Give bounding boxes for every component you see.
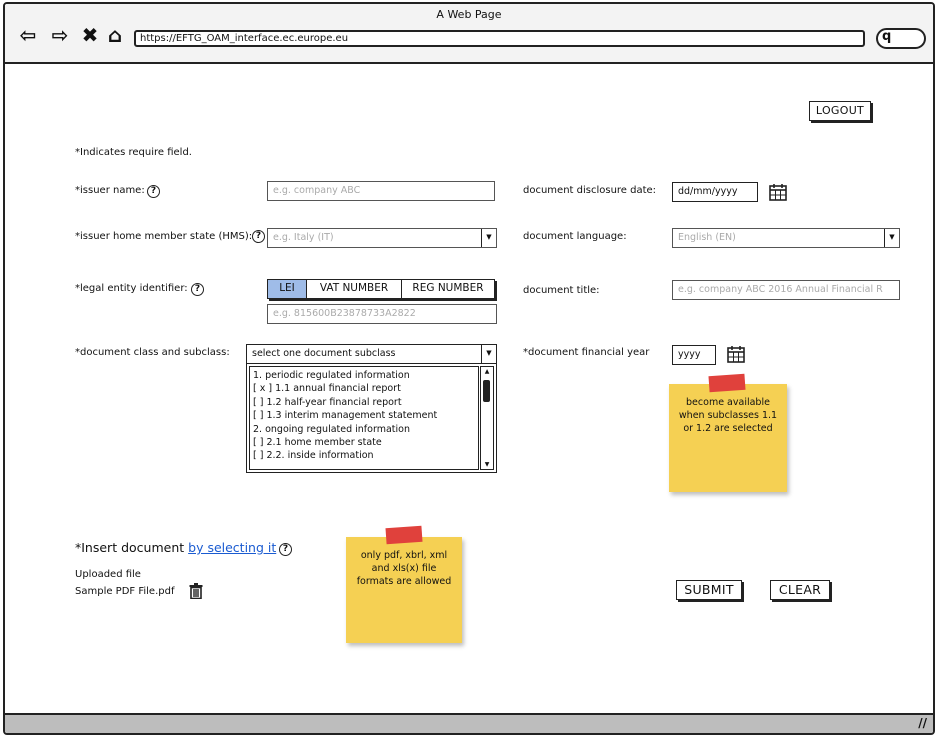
issuer-name-input[interactable]: e.g. company ABC	[267, 181, 495, 201]
doc-class-label: *document class and subclass:	[75, 347, 230, 358]
financial-year-label: *document financial year	[523, 347, 650, 358]
browser-window: A Web Page ⇦ ⇨ ✖ ⌂ https://EFTG_OAM_inte…	[3, 2, 935, 735]
help-icon[interactable]: ?	[147, 185, 160, 198]
disclosure-date-input[interactable]: dd/mm/yyyy	[672, 182, 758, 202]
chevron-up-icon[interactable]: ▲	[481, 368, 493, 375]
note-tape	[708, 373, 746, 393]
list-item[interactable]: [ x ] 1.1 annual financial report	[253, 382, 475, 395]
doc-subclass-list[interactable]: 1. periodic regulated information [ x ] …	[246, 363, 497, 473]
hms-select-value: e.g. Italy (IT)	[273, 232, 334, 243]
help-icon[interactable]: ?	[279, 543, 292, 556]
list-item: 1. periodic regulated information	[253, 370, 410, 381]
uploaded-file-label: Uploaded file	[75, 569, 141, 580]
chevron-down-icon[interactable]: ▼	[884, 229, 899, 247]
uploaded-file-name: Sample PDF File.pdf	[75, 586, 175, 597]
sticky-note-year: become available when subclasses 1.1 or …	[669, 373, 787, 492]
doc-title-label: document title:	[523, 285, 600, 296]
calendar-icon[interactable]	[769, 183, 787, 201]
list-item[interactable]: [ ] 1.3 interim management statement	[253, 409, 475, 422]
hms-label: *issuer home member state (HMS):	[75, 231, 253, 242]
lei-label: *legal entity identifier:	[75, 283, 188, 294]
hms-select[interactable]: e.g. Italy (IT) ▼	[267, 228, 497, 248]
resize-grip-icon[interactable]: //	[918, 716, 927, 730]
help-icon[interactable]: ?	[191, 283, 204, 296]
calendar-icon[interactable]	[727, 345, 745, 363]
address-bar[interactable]: https://EFTG_OAM_interface.ec.europe.eu	[134, 30, 865, 47]
sticky-note-formats: only pdf, xbrl, xml and xls(x) file form…	[346, 525, 462, 643]
chevron-down-icon[interactable]: ▼	[481, 345, 496, 363]
clear-button[interactable]: CLEAR	[770, 580, 830, 600]
search-box[interactable]: q	[876, 28, 926, 49]
note-tape	[385, 525, 423, 545]
forward-arrow-icon[interactable]: ⇨	[47, 23, 73, 47]
insert-document-title: *Insert document	[75, 540, 185, 555]
language-select[interactable]: English (EN) ▼	[672, 228, 900, 248]
close-icon[interactable]: ✖	[77, 23, 103, 47]
submit-button[interactable]: SUBMIT	[676, 580, 742, 600]
home-icon[interactable]: ⌂	[102, 23, 128, 47]
insert-document-row: *Insert document by selecting it	[75, 540, 276, 555]
chevron-down-icon[interactable]: ▼	[481, 461, 493, 468]
search-icon: q	[882, 29, 892, 44]
chevron-down-icon[interactable]: ▼	[481, 229, 496, 247]
select-file-link[interactable]: by selecting it	[188, 540, 276, 555]
doc-class-select-value: select one document subclass	[252, 348, 396, 359]
help-icon[interactable]: ?	[252, 230, 265, 243]
tab-lei[interactable]: LEI	[267, 279, 307, 299]
lei-input[interactable]: e.g. 815600B23878733A2822	[267, 304, 497, 324]
disclosure-date-label: document disclosure date:	[523, 185, 657, 196]
tab-reg-number[interactable]: REG NUMBER	[401, 279, 495, 299]
trash-icon[interactable]	[189, 583, 203, 599]
sticky-note-formats-text: only pdf, xbrl, xml and xls(x) file form…	[356, 550, 452, 587]
doc-subclass-options: 1. periodic regulated information [ x ] …	[249, 366, 479, 470]
window-title: A Web Page	[436, 8, 502, 21]
required-note: *Indicates require field.	[75, 147, 192, 158]
back-arrow-icon[interactable]: ⇦	[15, 23, 41, 47]
browser-titlebar: A Web Page ⇦ ⇨ ✖ ⌂ https://EFTG_OAM_inte…	[5, 4, 933, 64]
issuer-name-label: *issuer name:	[75, 185, 145, 196]
logout-button[interactable]: LOGOUT	[809, 101, 871, 121]
sticky-note-year-text: become available when subclasses 1.1 or …	[678, 397, 778, 434]
doc-class-select[interactable]: select one document subclass ▼	[246, 344, 497, 364]
list-item[interactable]: [ ] 2.1 home member state	[253, 436, 475, 449]
language-select-value: English (EN)	[678, 232, 736, 243]
list-item[interactable]: [ ] 1.2 half-year financial report	[253, 396, 475, 409]
tab-vat-number[interactable]: VAT NUMBER	[306, 279, 402, 299]
list-item[interactable]: [ ] 2.2. inside information	[253, 449, 475, 462]
language-label: document language:	[523, 231, 627, 242]
scroll-thumb[interactable]	[483, 380, 490, 402]
financial-year-input[interactable]: yyyy	[672, 345, 716, 365]
doc-title-input[interactable]: e.g. company ABC 2016 Annual Financial R	[672, 280, 900, 300]
list-scrollbar[interactable]: ▲ ▼	[480, 366, 494, 470]
status-bar: //	[5, 713, 933, 733]
list-item: 2. ongoing regulated information	[253, 423, 410, 435]
